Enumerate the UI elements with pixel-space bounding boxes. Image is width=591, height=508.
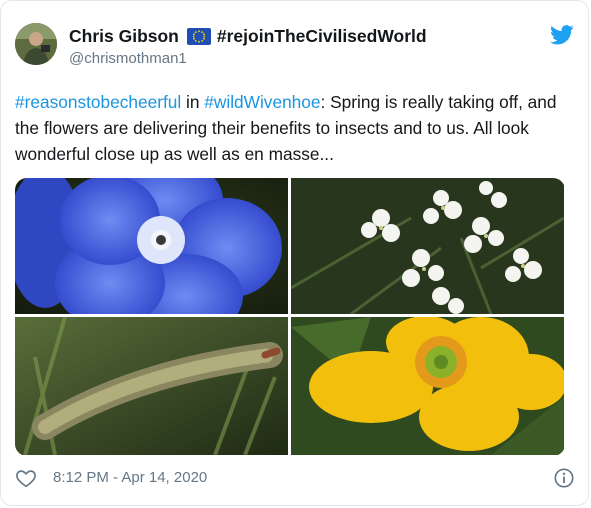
user-handle[interactable]: @chrismothman1 [69,50,187,67]
tweet-header: Chris Gibson #rejoinTheCivilisedWorld @c… [15,23,580,73]
tweet-footer: 8:12 PM - Apr 14, 2020 [15,467,575,491]
photo-blue-flower[interactable] [15,178,288,314]
tweet-text-fragment: in [181,92,205,112]
eu-flag-icon [186,28,211,45]
photo-yellow-flower[interactable] [291,317,564,455]
photo-white-umbellifer[interactable] [291,178,564,314]
twitter-bird-icon[interactable] [550,25,574,45]
avatar[interactable] [15,23,57,65]
display-name[interactable]: Chris Gibson [69,26,179,47]
photo-grass-seedhead[interactable] [15,317,288,455]
bio-hashtag: #rejoinTheCivilisedWorld [216,26,427,46]
tweet-text: #reasonstobecheerful in #wildWivenhoe: S… [15,89,571,167]
name-row: Chris Gibson #rejoinTheCivilisedWorld [69,26,427,47]
info-icon[interactable] [553,467,575,489]
media-grid [15,178,565,456]
heart-icon[interactable] [15,467,37,489]
tweet-card[interactable]: Chris Gibson #rejoinTheCivilisedWorld @c… [0,0,589,506]
hashtag-link[interactable]: #wildWivenhoe [204,92,320,112]
hashtag-link[interactable]: #reasonstobecheerful [15,92,181,112]
timestamp[interactable]: 8:12 PM - Apr 14, 2020 [53,469,207,486]
